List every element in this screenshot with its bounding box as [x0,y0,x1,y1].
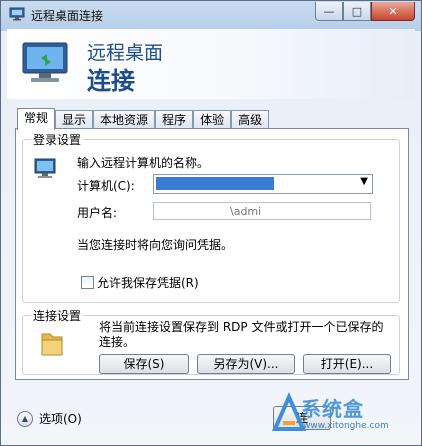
credential-note: 当您连接时将向您询问凭据。 [77,238,234,252]
remote-desktop-monitor-icon [22,42,68,82]
username-field[interactable]: \admi [153,202,371,220]
tab-local-resources[interactable]: 本地资源 [93,110,156,129]
minimize-button[interactable]: — [315,2,343,21]
connection-settings-description: 将当前连接设置保存到 RDP 文件或打开一个已保存的连接。 [99,320,384,349]
tab-advanced[interactable]: 高级 [231,110,270,129]
save-button[interactable]: 保存(S) [99,354,189,374]
computer-selected-value [156,177,274,190]
settings-tabs: 常规 显示 本地资源 程序 体验 高级 [17,108,270,130]
folder-icon [41,333,63,356]
computer-label: 计算机(C): [77,179,135,193]
general-tab-panel: 登录设置 输入远程计算机的名称。 计算机(C): ▼ 用户名: \admi 当您… [15,128,409,380]
username-label: 用户名: [77,206,118,220]
watermark-url: www.xitonghe.com [303,421,389,431]
connection-settings-title: 连接设置 [31,307,84,324]
window-controls: — □ ✕ [315,2,415,21]
title-bar[interactable]: 远程桌面连接 — □ ✕ [1,1,421,29]
options-toggle[interactable]: 选项(O) [39,410,82,427]
connection-settings-group: 连接设置 将当前连接设置保存到 RDP 文件或打开一个已保存的连接。 保存(S)… [22,307,400,375]
watermark-text: 系统盒 [301,397,364,421]
computer-icon [34,158,56,178]
login-settings-title: 登录设置 [31,131,84,148]
remote-desktop-app-icon [9,7,25,21]
open-button[interactable]: 打开(E)... [303,354,391,374]
tab-display[interactable]: 显示 [55,110,94,129]
chevron-down-icon[interactable]: ▼ [360,176,368,187]
tab-general[interactable]: 常规 [17,108,56,130]
close-button[interactable]: ✕ [371,2,415,21]
tab-programs[interactable]: 程序 [155,110,194,129]
remote-desktop-window: 远程桌面连接 — □ ✕ 远程桌面 连接 常规 显示 本地资源 程序 体验 高级… [0,0,422,446]
header-banner: 远程桌面 连接 [7,29,415,99]
login-settings-group: 登录设置 输入远程计算机的名称。 计算机(C): ▼ 用户名: \admi 当您… [22,131,400,303]
banner-title-line2: 连接 [87,67,135,95]
options-expand-icon[interactable]: ▲ [17,411,33,427]
computer-name-instruction: 输入远程计算机的名称。 [77,156,210,170]
computer-combobox[interactable]: ▼ [153,174,373,194]
save-credentials-checkbox[interactable] [81,276,94,289]
maximize-button[interactable]: □ [343,2,371,21]
save-credentials-label[interactable]: 允许我保存凭据(R) [97,274,199,291]
tab-experience[interactable]: 体验 [193,110,232,129]
save-as-button[interactable]: 另存为(V)... [197,354,295,374]
window-title: 远程桌面连接 [31,9,104,23]
